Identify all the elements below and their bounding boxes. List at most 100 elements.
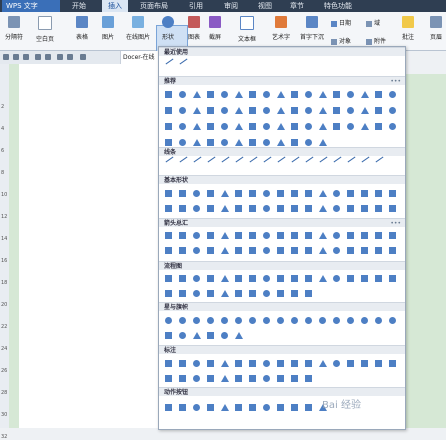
shape-option[interactable] [235, 360, 242, 367]
shape-option[interactable] [389, 190, 396, 197]
shape-option[interactable] [319, 91, 327, 98]
shape-option[interactable] [193, 290, 200, 297]
shape-option[interactable] [361, 190, 368, 197]
tab-chapter[interactable]: 章节 [290, 0, 304, 12]
shape-option[interactable] [305, 317, 312, 324]
shape-option[interactable] [249, 290, 256, 297]
shape-option[interactable] [221, 332, 228, 339]
shape-option[interactable] [347, 205, 354, 212]
shape-option[interactable] [291, 317, 298, 324]
shape-option[interactable] [165, 332, 172, 339]
page-break-button[interactable]: 分隔符 [2, 16, 26, 41]
shape-option[interactable] [235, 247, 242, 254]
shape-option[interactable] [235, 404, 242, 411]
wordart-button[interactable]: 艺术字 [270, 16, 292, 41]
shape-option[interactable] [193, 123, 201, 130]
shape-option[interactable] [221, 123, 228, 130]
shape-option[interactable] [165, 290, 172, 297]
shape-option[interactable] [179, 360, 186, 367]
shape-option[interactable] [235, 232, 242, 239]
shape-option[interactable] [319, 360, 327, 367]
shape-option[interactable] [207, 91, 214, 98]
shape-option[interactable] [347, 107, 354, 114]
shape-option[interactable] [179, 375, 186, 382]
shape-option[interactable] [207, 123, 214, 130]
shape-option[interactable] [263, 107, 270, 114]
shape-option[interactable] [179, 91, 186, 98]
app-menu-button[interactable]: WPS 文字 [2, 0, 60, 12]
shape-option[interactable] [291, 205, 298, 212]
shape-option[interactable] [277, 290, 284, 297]
shape-option[interactable] [277, 139, 285, 146]
shape-option[interactable] [277, 375, 284, 382]
shape-option[interactable] [207, 205, 214, 212]
shape-option[interactable] [277, 91, 285, 98]
shape-option[interactable] [319, 247, 327, 254]
shape-option[interactable] [263, 205, 270, 212]
shape-option[interactable] [235, 107, 243, 114]
shape-option[interactable] [389, 247, 396, 254]
shape-option[interactable] [221, 290, 229, 297]
shape-option[interactable] [361, 205, 368, 212]
shape-option[interactable] [305, 232, 312, 239]
open-icon[interactable] [13, 54, 19, 60]
shape-option[interactable] [235, 375, 242, 382]
shape-option[interactable] [305, 107, 312, 114]
table-button[interactable]: 表格 [74, 16, 90, 41]
screenshot-button[interactable]: 截屏 [206, 16, 224, 41]
header-button[interactable]: 页眉 [426, 16, 446, 41]
shape-option[interactable] [263, 360, 270, 367]
shape-option[interactable] [291, 290, 298, 297]
shape-option[interactable] [165, 375, 172, 382]
shape-option[interactable] [375, 107, 382, 114]
shape-option[interactable] [179, 247, 186, 254]
save-icon[interactable] [23, 54, 29, 60]
shape-option[interactable] [263, 156, 272, 163]
shape-option[interactable] [235, 139, 243, 146]
shape-option[interactable] [179, 332, 186, 339]
shape-option[interactable] [179, 205, 186, 212]
shape-option[interactable] [277, 247, 284, 254]
tab-review[interactable]: 审阅 [224, 0, 238, 12]
shape-option[interactable] [389, 123, 396, 130]
shape-option[interactable] [179, 156, 188, 163]
shape-option[interactable] [333, 275, 340, 282]
tab-insert[interactable]: 插入 [102, 0, 128, 12]
textbox-button[interactable]: 文本框 [236, 16, 258, 43]
shape-option[interactable] [221, 232, 229, 239]
shape-option[interactable] [249, 404, 256, 411]
shape-option[interactable] [249, 375, 256, 382]
shape-option[interactable] [221, 190, 229, 197]
shape-option[interactable] [193, 205, 200, 212]
more-icon[interactable]: ••• [390, 219, 401, 228]
shape-option[interactable] [263, 275, 270, 282]
shape-option[interactable] [235, 190, 242, 197]
shape-option[interactable] [165, 205, 172, 212]
shape-option[interactable] [263, 190, 270, 197]
shape-option[interactable] [193, 247, 200, 254]
shape-option[interactable] [319, 107, 327, 114]
shape-option[interactable] [305, 205, 312, 212]
shape-option[interactable] [193, 404, 200, 411]
shape-option[interactable] [361, 123, 369, 130]
shape-option[interactable] [179, 232, 186, 239]
shape-option[interactable] [207, 332, 214, 339]
shape-option[interactable] [193, 139, 201, 146]
shape-option[interactable] [165, 275, 172, 282]
shape-option[interactable] [291, 375, 298, 382]
shape-option[interactable] [193, 317, 200, 324]
shape-option[interactable] [263, 139, 270, 146]
shape-option[interactable] [221, 360, 229, 367]
document-tab[interactable]: Docer-在线 [120, 51, 160, 64]
shape-option[interactable] [361, 91, 369, 98]
online-picture-button[interactable]: 在线图片 [124, 16, 152, 41]
shape-option[interactable] [305, 91, 312, 98]
shape-option[interactable] [179, 58, 188, 65]
tab-page-layout[interactable]: 页面布局 [140, 0, 168, 12]
shape-option[interactable] [347, 91, 354, 98]
drop-cap-button[interactable]: 首字下沉 [298, 16, 326, 41]
shape-option[interactable] [375, 205, 382, 212]
shape-option[interactable] [235, 317, 242, 324]
shape-option[interactable] [389, 232, 396, 239]
shape-option[interactable] [277, 190, 284, 197]
